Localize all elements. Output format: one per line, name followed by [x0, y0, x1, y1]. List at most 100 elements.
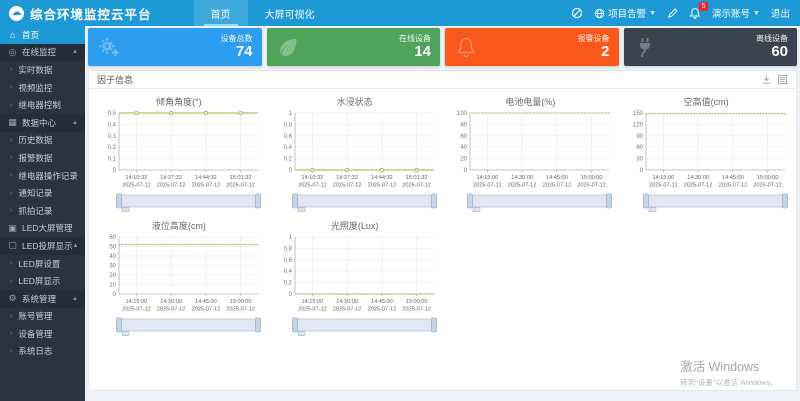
- chart-canvas: 0 30 60 90 120 150 14:15:00 2025-07-12 14:30:00 2…: [633, 111, 789, 212]
- stat-card-text: 报警设备 2: [578, 34, 610, 60]
- svg-text:0: 0: [288, 168, 292, 174]
- sidebar-item-device-mgmt[interactable]: › 设备管理: [0, 325, 85, 343]
- download-icon[interactable]: [761, 74, 772, 85]
- gear-icon: ⚙: [8, 293, 17, 304]
- sidebar-item-home[interactable]: ⌂ 首页: [0, 26, 85, 44]
- sidebar-item-account-mgmt[interactable]: › 账号管理: [0, 308, 85, 326]
- project-alarm-dropdown[interactable]: 项目告警 ▼: [594, 6, 656, 20]
- sidebar-item-relay-op-log[interactable]: › 继电器操作记录: [0, 167, 85, 185]
- sidebar-item-online-monitor[interactable]: ◎ 在线监控 ▲: [0, 43, 85, 62]
- chart-plot: 0 0.1 0.2 0.3 0.4 0.5 14:10:32 2025-07-12 14:27:…: [93, 108, 265, 212]
- chevron-right-icon: ›: [10, 347, 13, 355]
- svg-text:14:30:00: 14:30:00: [336, 299, 358, 305]
- svg-text:60: 60: [461, 134, 468, 140]
- svg-text:2025-07-12: 2025-07-12: [402, 183, 431, 189]
- nav-menus: 首页 大屏可视化: [193, 0, 332, 26]
- svg-text:0.2: 0.2: [283, 157, 292, 163]
- sidebar-item-snapshot-log[interactable]: › 抓拍记录: [0, 202, 85, 220]
- chevron-right-icon: ›: [10, 84, 13, 92]
- edit-pen-icon[interactable]: [667, 7, 678, 19]
- plug-icon: [633, 35, 657, 59]
- svg-text:150: 150: [633, 111, 644, 117]
- svg-text:14:30:00: 14:30:00: [687, 175, 709, 181]
- dataview-icon[interactable]: [777, 74, 788, 85]
- svg-text:0.8: 0.8: [283, 246, 292, 252]
- sidebar-item-led-setting[interactable]: › LED屏设置: [0, 255, 85, 273]
- svg-text:20: 20: [109, 273, 116, 279]
- svg-text:14:30:00: 14:30:00: [512, 175, 534, 181]
- chevron-down-icon: ▼: [649, 9, 657, 17]
- cloud-logo-icon: ☁: [9, 5, 24, 21]
- sidebar-item-alarm-data[interactable]: › 报警数据: [0, 149, 85, 167]
- datazoom-grip: [297, 331, 305, 336]
- svg-text:30: 30: [109, 264, 116, 270]
- sidebar-item-system-mgmt[interactable]: ⚙ 系统管理 ▲: [0, 289, 85, 308]
- chart-canvas: 0 0.2 0.4 0.6 0.8 1 14:10:32 2025-07-12 14:27:32…: [283, 111, 437, 212]
- chevron-right-icon: ›: [10, 312, 13, 320]
- svg-text:60: 60: [109, 235, 116, 241]
- svg-text:90: 90: [636, 134, 643, 140]
- data-point: [379, 167, 384, 173]
- datazoom-slider[interactable]: [291, 317, 437, 336]
- circle-slash-icon[interactable]: [571, 7, 583, 19]
- nav-menu-home[interactable]: 首页: [193, 0, 248, 26]
- sidebar-item-system-log[interactable]: › 系统日志: [0, 343, 85, 361]
- svg-text:0: 0: [640, 168, 644, 174]
- sidebar-item-label: LED屏设置: [18, 258, 61, 269]
- sidebar-item-label: 抓拍记录: [18, 205, 53, 216]
- svg-text:14:15:00: 14:15:00: [301, 299, 323, 305]
- app-title: 综合环境监控云平台: [30, 7, 152, 22]
- account-dropdown[interactable]: 演示账号 ▼: [712, 6, 760, 20]
- nav-menu-bigscreen[interactable]: 大屏可视化: [248, 0, 332, 26]
- stat-card-value: 2: [601, 42, 610, 60]
- leaf-icon: [276, 35, 300, 59]
- sidebar-item-data-center[interactable]: ▦ 数据中心 ▲: [0, 113, 85, 132]
- chart-title: 光照度(Lux): [330, 221, 379, 231]
- chevron-right-icon: ›: [10, 330, 13, 338]
- svg-text:2025-07-12: 2025-07-12: [649, 183, 678, 189]
- sidebar-item-label: 实时数据: [18, 64, 53, 75]
- sidebar-item-led-screen-mgmt[interactable]: ▣ LED大屏管理: [0, 220, 85, 238]
- sidebar-item-relay-control[interactable]: › 继电器控制: [0, 96, 85, 114]
- svg-text:2025-07-12: 2025-07-12: [157, 183, 186, 189]
- datazoom-grip: [473, 207, 481, 212]
- panel-title: 因子信息: [97, 75, 134, 85]
- sidebar-item-realtime-data[interactable]: › 实时数据: [0, 61, 85, 79]
- sidebar-item-video-monitor[interactable]: › 视频监控: [0, 79, 85, 97]
- chevron-up-icon: ▲: [72, 295, 78, 302]
- sidebar-item-label: 在线监控: [22, 47, 57, 58]
- svg-text:0.1: 0.1: [108, 157, 117, 163]
- svg-text:50: 50: [109, 245, 116, 251]
- svg-text:2025-07-12: 2025-07-12: [367, 307, 396, 313]
- svg-text:80: 80: [461, 122, 468, 128]
- notifications-icon[interactable]: 5: [689, 2, 709, 19]
- stat-card-text: 设备总数 74: [221, 34, 253, 60]
- datazoom-slider[interactable]: [115, 317, 261, 336]
- datazoom-handle-left: [291, 193, 298, 209]
- data-point: [203, 110, 208, 116]
- sidebar-item-notify-log[interactable]: › 通知记录: [0, 184, 85, 202]
- chart-plot: 0 0.2 0.4 0.6 0.8 1 14:15:00 2025-07-12 14:30:00…: [269, 232, 441, 336]
- panel-tools: [761, 74, 788, 85]
- datazoom-slider[interactable]: [115, 193, 261, 212]
- svg-text:0.4: 0.4: [283, 145, 292, 151]
- svg-text:0.2: 0.2: [108, 145, 117, 151]
- svg-text:0.2: 0.2: [283, 281, 292, 287]
- svg-text:2025-07-12: 2025-07-12: [122, 307, 151, 313]
- datazoom-slider[interactable]: [643, 193, 789, 212]
- sidebar-item-history-data[interactable]: › 历史数据: [0, 132, 85, 150]
- sidebar-item-led-cast[interactable]: ▢ LED投屏显示 ▲: [0, 237, 85, 255]
- datazoom-slider[interactable]: [467, 193, 613, 212]
- svg-text:14:27:32: 14:27:32: [160, 175, 182, 181]
- datazoom-slider[interactable]: [291, 193, 437, 212]
- sidebar-item-label: LED投屏显示: [22, 240, 73, 251]
- bell-icon: [454, 35, 478, 59]
- sidebar-item-label: LED屏显示: [18, 276, 61, 287]
- svg-text:2025-07-12: 2025-07-12: [298, 183, 327, 189]
- svg-text:15:01:32: 15:01:32: [230, 175, 252, 181]
- datazoom-grip: [121, 207, 130, 212]
- sidebar-item-label: 通知记录: [18, 188, 53, 199]
- logout-button[interactable]: 退出: [771, 6, 790, 20]
- monitor-icon: ◎: [8, 46, 17, 57]
- sidebar-item-led-display[interactable]: › LED屏显示: [0, 272, 85, 290]
